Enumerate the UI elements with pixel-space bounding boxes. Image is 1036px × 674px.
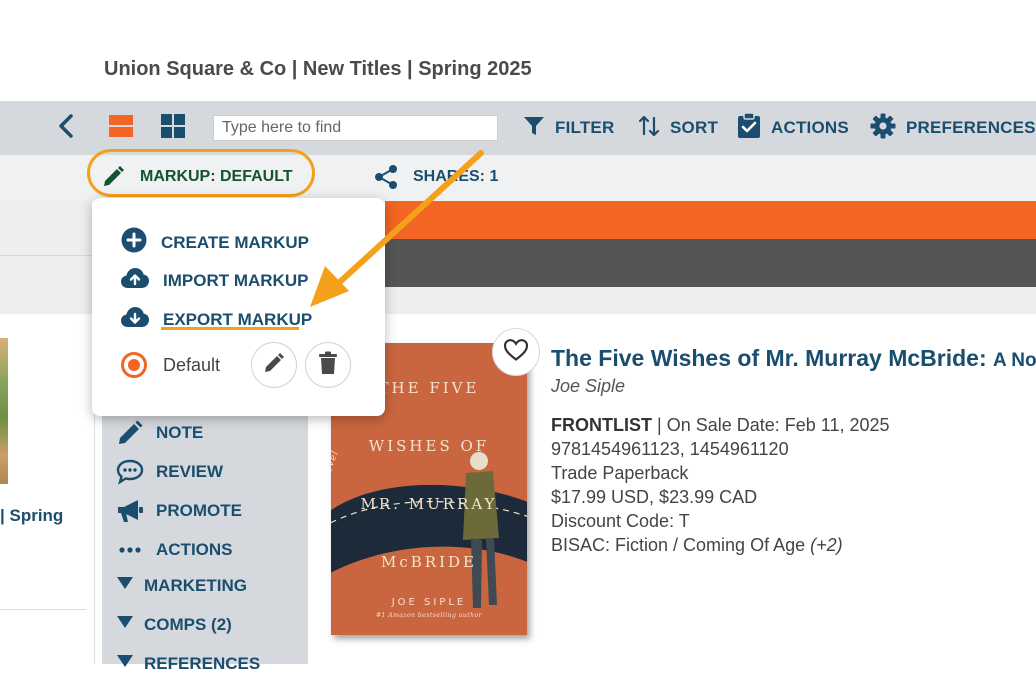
markup-default-button[interactable]: MARKUP: DEFAULT bbox=[140, 168, 293, 186]
sort-button[interactable]: SORT bbox=[638, 101, 718, 155]
bisac-line: BISAC: Fiction / Coming Of Age (+2) bbox=[551, 535, 843, 556]
cloud-download-icon bbox=[120, 304, 150, 335]
megaphone-icon bbox=[116, 497, 144, 525]
annotation-arrow bbox=[295, 145, 495, 320]
book-format: Trade Paperback bbox=[551, 463, 689, 483]
edit-markup-button[interactable] bbox=[251, 342, 297, 388]
note-button[interactable]: NOTE bbox=[116, 419, 203, 447]
book-price: $17.99 USD, $23.99 CAD bbox=[551, 487, 758, 507]
book-author[interactable]: Joe Siple bbox=[551, 376, 625, 397]
sort-icon bbox=[638, 114, 660, 143]
book-title-link[interactable]: The Five Wishes of Mr. Murray McBride: A… bbox=[551, 345, 1036, 372]
comps-label: COMPS (2) bbox=[144, 614, 232, 634]
preferences-button[interactable]: PREFERENCES bbox=[870, 101, 1036, 155]
export-markup-item[interactable]: EXPORT MARKUP bbox=[120, 304, 312, 335]
actions-menu-button[interactable]: ACTIONS bbox=[116, 536, 233, 564]
back-button[interactable] bbox=[56, 101, 76, 155]
pencil-icon bbox=[263, 352, 285, 379]
actions-menu-label: ACTIONS bbox=[156, 540, 233, 559]
gear-icon bbox=[870, 113, 896, 144]
default-markup-label: Default bbox=[163, 355, 221, 375]
search-input[interactable] bbox=[213, 115, 498, 141]
create-markup-label: CREATE MARKUP bbox=[161, 232, 309, 252]
pencil-icon bbox=[101, 165, 125, 194]
heart-icon bbox=[503, 338, 529, 367]
divider bbox=[0, 255, 92, 256]
more-dots-icon bbox=[116, 536, 144, 564]
default-radio[interactable] bbox=[120, 351, 148, 384]
discount-code: Discount Code: T bbox=[551, 511, 690, 531]
actions-label: ACTIONS bbox=[771, 118, 849, 137]
cover-author: JOE SIPLE bbox=[391, 597, 467, 608]
marketing-toggle[interactable]: MARKETING bbox=[116, 575, 247, 596]
cover-title-line: McBRIDE bbox=[381, 553, 477, 571]
preferences-label: PREFERENCES bbox=[906, 118, 1036, 137]
actions-button[interactable]: ACTIONS bbox=[737, 101, 849, 155]
book-isbns: 9781454961123, 1454961120 bbox=[551, 439, 789, 459]
partial-cover-thumbnail[interactable] bbox=[0, 338, 8, 484]
review-label: REVIEW bbox=[156, 462, 224, 481]
import-markup-label: IMPORT MARKUP bbox=[163, 270, 309, 290]
export-highlight-underline bbox=[161, 327, 299, 330]
create-markup-item[interactable]: CREATE MARKUP bbox=[120, 226, 309, 259]
plus-circle-icon bbox=[120, 226, 148, 259]
list-view-button[interactable] bbox=[108, 101, 134, 155]
review-button[interactable]: REVIEW bbox=[116, 458, 223, 486]
filter-icon bbox=[523, 115, 545, 142]
trash-icon bbox=[318, 351, 338, 380]
bisac-more-link[interactable]: (+2) bbox=[810, 535, 843, 555]
partial-catalog-link[interactable]: | Spring bbox=[0, 506, 63, 526]
triangle-down-icon bbox=[116, 575, 134, 596]
cloud-upload-icon bbox=[120, 265, 150, 296]
toolbar: FILTER SORT ACTIONS PREFERENCES bbox=[0, 101, 1036, 155]
cover-title-line: WISHES OF bbox=[368, 437, 490, 455]
speech-bubble-icon bbox=[116, 458, 144, 486]
chevron-left-icon bbox=[56, 113, 76, 144]
promote-label: PROMOTE bbox=[156, 501, 242, 520]
list-view-icon bbox=[108, 113, 134, 144]
filter-label: FILTER bbox=[555, 118, 615, 137]
import-markup-item[interactable]: IMPORT MARKUP bbox=[120, 265, 308, 296]
pencil-icon bbox=[116, 419, 144, 447]
clipboard-check-icon bbox=[737, 111, 761, 144]
sort-label: SORT bbox=[670, 118, 719, 137]
book-subtitle: A No bbox=[993, 350, 1036, 371]
divider bbox=[0, 609, 86, 610]
filter-button[interactable]: FILTER bbox=[523, 101, 614, 155]
book-status: FRONTLIST bbox=[551, 415, 652, 435]
note-label: NOTE bbox=[156, 423, 204, 442]
book-status-line: FRONTLIST | On Sale Date: Feb 11, 2025 bbox=[551, 415, 890, 436]
left-panel-header bbox=[0, 201, 92, 314]
page-title: Union Square & Co | New Titles | Spring … bbox=[104, 58, 532, 80]
bisac-category: BISAC: Fiction / Coming Of Age bbox=[551, 535, 806, 555]
marketing-label: MARKETING bbox=[144, 575, 247, 595]
favorite-button[interactable] bbox=[492, 328, 540, 376]
on-sale-date: | On Sale Date: Feb 11, 2025 bbox=[657, 415, 890, 435]
comps-toggle[interactable]: COMPS (2) bbox=[116, 614, 232, 635]
cover-title-line: MR. MURRAY bbox=[360, 495, 498, 513]
book-title: The Five Wishes of Mr. Murray McBride: bbox=[551, 345, 987, 371]
delete-markup-button[interactable] bbox=[305, 342, 351, 388]
promote-button[interactable]: PROMOTE bbox=[116, 497, 242, 525]
triangle-down-icon bbox=[116, 614, 134, 635]
grid-view-button[interactable] bbox=[160, 101, 186, 155]
grid-view-icon bbox=[160, 113, 186, 144]
cover-blurb: #1 Amazon bestselling author bbox=[376, 612, 482, 619]
